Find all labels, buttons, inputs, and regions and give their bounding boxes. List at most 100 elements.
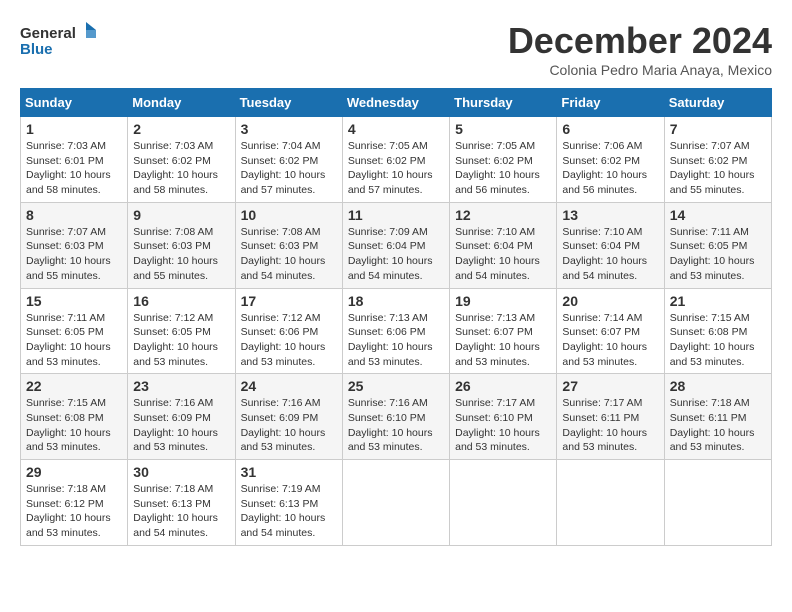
day-number: 2 [133, 121, 229, 137]
calendar-cell: 14 Sunrise: 7:11 AM Sunset: 6:05 PM Dayli… [664, 202, 771, 288]
day-info: Sunrise: 7:13 AM Sunset: 6:06 PM Dayligh… [348, 311, 444, 370]
day-number: 14 [670, 207, 766, 223]
calendar-cell [342, 460, 449, 546]
calendar-cell: 5 Sunrise: 7:05 AM Sunset: 6:02 PM Daylig… [450, 117, 557, 203]
day-info: Sunrise: 7:19 AM Sunset: 6:13 PM Dayligh… [241, 482, 337, 541]
day-number: 26 [455, 378, 551, 394]
day-info: Sunrise: 7:18 AM Sunset: 6:13 PM Dayligh… [133, 482, 229, 541]
day-number: 1 [26, 121, 122, 137]
day-number: 30 [133, 464, 229, 480]
day-info: Sunrise: 7:18 AM Sunset: 6:11 PM Dayligh… [670, 396, 766, 455]
calendar-cell: 27 Sunrise: 7:17 AM Sunset: 6:11 PM Dayli… [557, 374, 664, 460]
day-info: Sunrise: 7:13 AM Sunset: 6:07 PM Dayligh… [455, 311, 551, 370]
day-number: 22 [26, 378, 122, 394]
day-header-wednesday: Wednesday [342, 89, 449, 117]
calendar-cell: 19 Sunrise: 7:13 AM Sunset: 6:07 PM Dayli… [450, 288, 557, 374]
calendar-cell: 15Sunrise: 7:11 AM Sunset: 6:05 PM Dayli… [21, 288, 128, 374]
day-info: Sunrise: 7:17 AM Sunset: 6:11 PM Dayligh… [562, 396, 658, 455]
day-info: Sunrise: 7:15 AM Sunset: 6:08 PM Dayligh… [26, 396, 122, 455]
day-info: Sunrise: 7:11 AM Sunset: 6:05 PM Dayligh… [670, 225, 766, 284]
calendar-cell: 2 Sunrise: 7:03 AM Sunset: 6:02 PM Daylig… [128, 117, 235, 203]
calendar-week-row: 29 Sunrise: 7:18 AM Sunset: 6:12 PM Dayli… [21, 460, 772, 546]
calendar-cell: 7 Sunrise: 7:07 AM Sunset: 6:02 PM Daylig… [664, 117, 771, 203]
day-header-sunday: Sunday [21, 89, 128, 117]
calendar-cell: 20 Sunrise: 7:14 AM Sunset: 6:07 PM Dayli… [557, 288, 664, 374]
calendar-cell: 6 Sunrise: 7:06 AM Sunset: 6:02 PM Daylig… [557, 117, 664, 203]
calendar-cell: 28 Sunrise: 7:18 AM Sunset: 6:11 PM Dayli… [664, 374, 771, 460]
day-info: Sunrise: 7:07 AM Sunset: 6:02 PM Dayligh… [670, 139, 766, 198]
day-number: 23 [133, 378, 229, 394]
day-info: Sunrise: 7:16 AM Sunset: 6:10 PM Dayligh… [348, 396, 444, 455]
day-info: Sunrise: 7:17 AM Sunset: 6:10 PM Dayligh… [455, 396, 551, 455]
day-number: 13 [562, 207, 658, 223]
day-info: Sunrise: 7:12 AM Sunset: 6:06 PM Dayligh… [241, 311, 337, 370]
svg-text:General: General [20, 25, 76, 42]
day-number: 24 [241, 378, 337, 394]
logo: General Blue [20, 20, 100, 60]
day-info: Sunrise: 7:16 AM Sunset: 6:09 PM Dayligh… [241, 396, 337, 455]
day-number: 9 [133, 207, 229, 223]
calendar-cell: 30 Sunrise: 7:18 AM Sunset: 6:13 PM Dayli… [128, 460, 235, 546]
calendar-cell: 31Sunrise: 7:19 AM Sunset: 6:13 PM Dayli… [235, 460, 342, 546]
calendar-week-row: 8 Sunrise: 7:07 AM Sunset: 6:03 PM Daylig… [21, 202, 772, 288]
day-header-tuesday: Tuesday [235, 89, 342, 117]
day-number: 5 [455, 121, 551, 137]
day-number: 28 [670, 378, 766, 394]
day-number: 20 [562, 293, 658, 309]
day-number: 21 [670, 293, 766, 309]
calendar-cell: 9 Sunrise: 7:08 AM Sunset: 6:03 PM Daylig… [128, 202, 235, 288]
title-block: December 2024 Colonia Pedro Maria Anaya,… [508, 20, 772, 78]
day-number: 12 [455, 207, 551, 223]
day-info: Sunrise: 7:03 AM Sunset: 6:02 PM Dayligh… [133, 139, 229, 198]
day-info: Sunrise: 7:18 AM Sunset: 6:12 PM Dayligh… [26, 482, 122, 541]
day-info: Sunrise: 7:07 AM Sunset: 6:03 PM Dayligh… [26, 225, 122, 284]
day-number: 11 [348, 207, 444, 223]
calendar-cell: 26 Sunrise: 7:17 AM Sunset: 6:10 PM Dayli… [450, 374, 557, 460]
day-number: 10 [241, 207, 337, 223]
day-number: 27 [562, 378, 658, 394]
calendar-week-row: 1 Sunrise: 7:03 AM Sunset: 6:01 PM Daylig… [21, 117, 772, 203]
calendar-cell: 23 Sunrise: 7:16 AM Sunset: 6:09 PM Dayli… [128, 374, 235, 460]
day-info: Sunrise: 7:15 AM Sunset: 6:08 PM Dayligh… [670, 311, 766, 370]
day-number: 19 [455, 293, 551, 309]
location-subtitle: Colonia Pedro Maria Anaya, Mexico [508, 62, 772, 78]
calendar-week-row: 15Sunrise: 7:11 AM Sunset: 6:05 PM Dayli… [21, 288, 772, 374]
calendar-cell: 17Sunrise: 7:12 AM Sunset: 6:06 PM Dayli… [235, 288, 342, 374]
calendar-cell: 1 Sunrise: 7:03 AM Sunset: 6:01 PM Daylig… [21, 117, 128, 203]
calendar-cell: 29 Sunrise: 7:18 AM Sunset: 6:12 PM Dayli… [21, 460, 128, 546]
calendar-cell [450, 460, 557, 546]
calendar-cell: 4 Sunrise: 7:05 AM Sunset: 6:02 PM Daylig… [342, 117, 449, 203]
day-info: Sunrise: 7:12 AM Sunset: 6:05 PM Dayligh… [133, 311, 229, 370]
day-number: 6 [562, 121, 658, 137]
day-info: Sunrise: 7:10 AM Sunset: 6:04 PM Dayligh… [562, 225, 658, 284]
day-info: Sunrise: 7:08 AM Sunset: 6:03 PM Dayligh… [133, 225, 229, 284]
day-info: Sunrise: 7:04 AM Sunset: 6:02 PM Dayligh… [241, 139, 337, 198]
day-info: Sunrise: 7:05 AM Sunset: 6:02 PM Dayligh… [455, 139, 551, 198]
day-number: 16 [133, 293, 229, 309]
page-header: General Blue December 2024 Colonia Pedro… [20, 20, 772, 78]
day-info: Sunrise: 7:16 AM Sunset: 6:09 PM Dayligh… [133, 396, 229, 455]
calendar-cell: 22 Sunrise: 7:15 AM Sunset: 6:08 PM Dayli… [21, 374, 128, 460]
day-number: 7 [670, 121, 766, 137]
day-info: Sunrise: 7:05 AM Sunset: 6:02 PM Dayligh… [348, 139, 444, 198]
day-number: 25 [348, 378, 444, 394]
day-number: 15 [26, 293, 122, 309]
calendar-cell: 16 Sunrise: 7:12 AM Sunset: 6:05 PM Dayli… [128, 288, 235, 374]
day-info: Sunrise: 7:03 AM Sunset: 6:01 PM Dayligh… [26, 139, 122, 198]
day-info: Sunrise: 7:10 AM Sunset: 6:04 PM Dayligh… [455, 225, 551, 284]
day-number: 29 [26, 464, 122, 480]
month-title: December 2024 [508, 20, 772, 62]
day-header-friday: Friday [557, 89, 664, 117]
calendar-cell: 18Sunrise: 7:13 AM Sunset: 6:06 PM Dayli… [342, 288, 449, 374]
day-header-monday: Monday [128, 89, 235, 117]
calendar-cell: 11Sunrise: 7:09 AM Sunset: 6:04 PM Dayli… [342, 202, 449, 288]
calendar-cell: 13 Sunrise: 7:10 AM Sunset: 6:04 PM Dayli… [557, 202, 664, 288]
day-number: 4 [348, 121, 444, 137]
calendar-cell: 3Sunrise: 7:04 AM Sunset: 6:02 PM Daylig… [235, 117, 342, 203]
calendar-header-row: SundayMondayTuesdayWednesdayThursdayFrid… [21, 89, 772, 117]
svg-text:Blue: Blue [20, 41, 53, 58]
day-number: 8 [26, 207, 122, 223]
calendar-cell: 24 Sunrise: 7:16 AM Sunset: 6:09 PM Dayli… [235, 374, 342, 460]
day-info: Sunrise: 7:14 AM Sunset: 6:07 PM Dayligh… [562, 311, 658, 370]
day-info: Sunrise: 7:06 AM Sunset: 6:02 PM Dayligh… [562, 139, 658, 198]
